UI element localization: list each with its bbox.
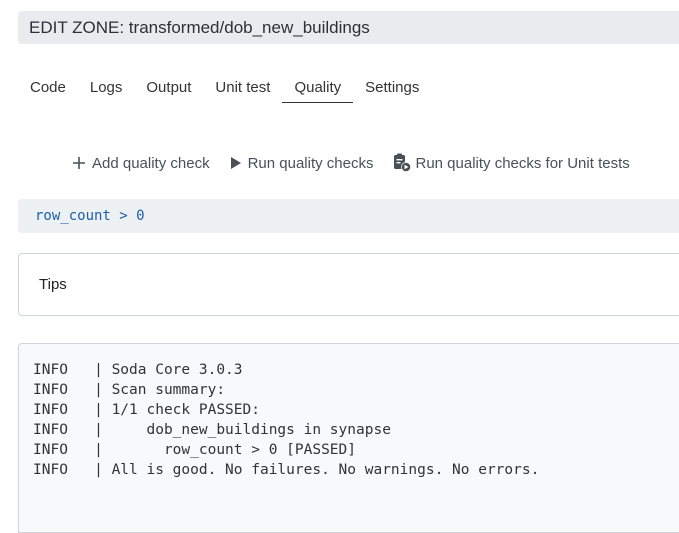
log-line: INFO | dob_new_buildings in synapse (33, 422, 391, 438)
tips-panel[interactable]: Tips (18, 253, 679, 316)
tab-code[interactable]: Code (18, 71, 78, 102)
run-quality-checks-button[interactable]: Run quality checks (230, 154, 374, 172)
tab-quality[interactable]: Quality (282, 71, 354, 103)
clipboard-play-icon (393, 153, 412, 173)
add-quality-check-button[interactable]: Add quality check (72, 155, 210, 172)
tab-settings[interactable]: Settings (353, 71, 431, 102)
log-line: INFO | row_count > 0 [PASSED] (33, 442, 357, 458)
tab-bar: Code Logs Output Unit test Quality Setti… (18, 71, 431, 105)
run-quality-checks-unit-tests-button[interactable]: Run quality checks for Unit tests (393, 153, 630, 173)
tab-logs[interactable]: Logs (78, 71, 135, 102)
log-line: INFO | Soda Core 3.0.3 (33, 362, 243, 378)
play-icon (230, 156, 242, 170)
tab-output[interactable]: Output (134, 71, 203, 102)
page-title: EDIT ZONE: transformed/dob_new_buildings (29, 17, 370, 37)
edit-zone-header: EDIT ZONE: transformed/dob_new_buildings (18, 11, 679, 44)
tab-unit-test[interactable]: Unit test (203, 71, 282, 102)
quality-check-query[interactable]: row_count > 0 (18, 199, 679, 233)
add-quality-check-label: Add quality check (92, 154, 210, 172)
tips-label: Tips (39, 276, 67, 293)
run-quality-checks-unit-tests-label: Run quality checks for Unit tests (415, 154, 630, 172)
log-line: INFO | All is good. No failures. No warn… (33, 462, 540, 478)
log-line: INFO | 1/1 check PASSED: (33, 402, 260, 418)
log-line: INFO | Scan summary: (33, 382, 226, 398)
query-text: row_count > 0 (35, 208, 145, 224)
plus-icon (72, 156, 86, 170)
log-output: INFO | Soda Core 3.0.3 INFO | Scan summa… (18, 343, 679, 533)
run-quality-checks-label: Run quality checks (247, 154, 374, 172)
quality-toolbar: Add quality check Run quality checks Run… (72, 150, 630, 176)
